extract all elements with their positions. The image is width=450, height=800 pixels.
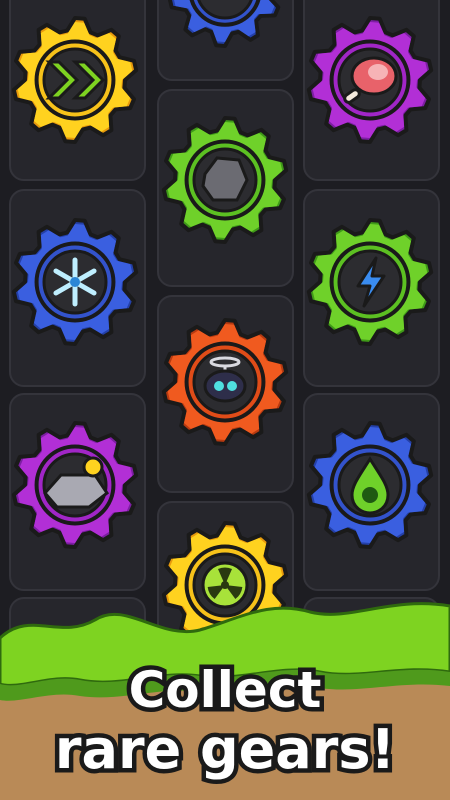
radiation-icon xyxy=(201,561,249,609)
caption-line-1: Collect xyxy=(124,657,326,724)
caption-line-2: rare gears! xyxy=(50,715,399,784)
